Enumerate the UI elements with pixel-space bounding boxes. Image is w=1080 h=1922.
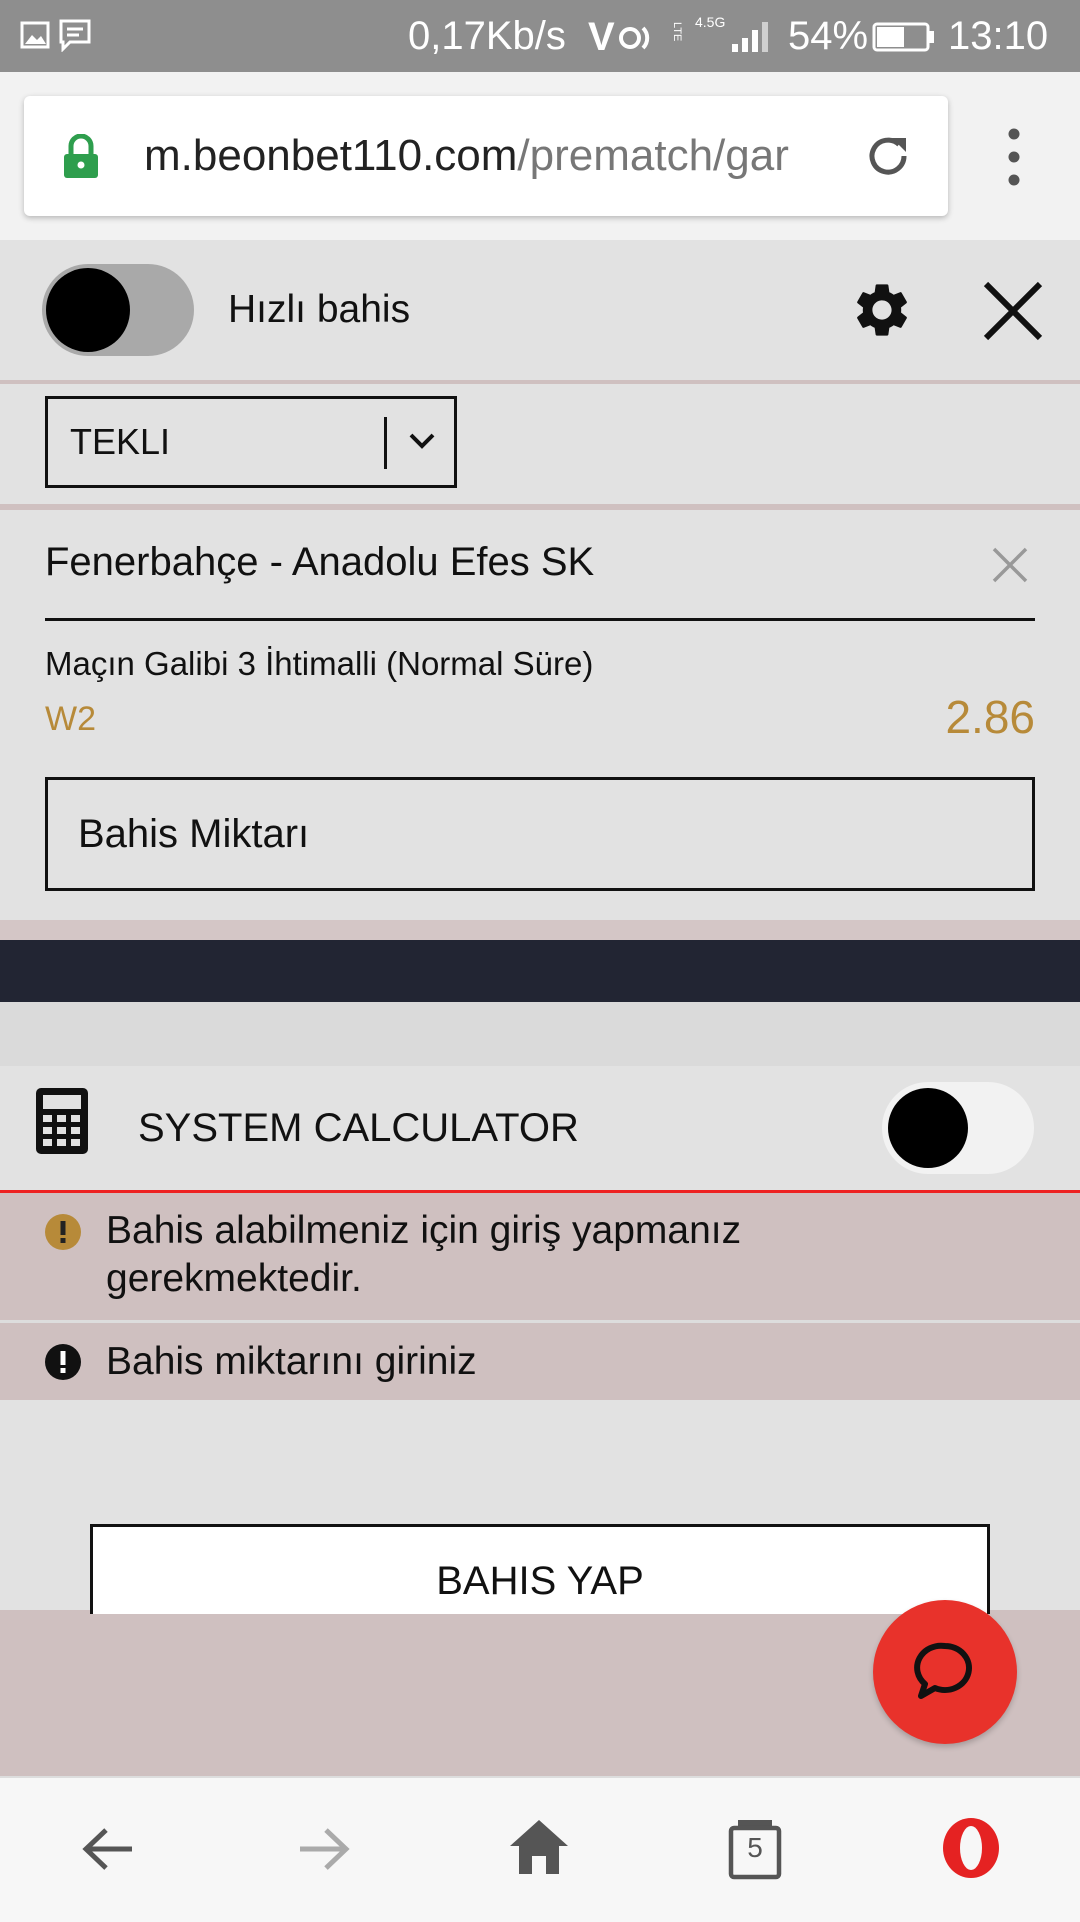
odds-value: 2.86 <box>945 691 1035 743</box>
message-icon <box>59 19 91 52</box>
enter-stake-text: Bahis miktarını giriniz <box>106 1340 477 1383</box>
warning-icon <box>45 1214 81 1250</box>
volte-icon: V <box>588 16 650 56</box>
reload-icon[interactable] <box>862 130 914 182</box>
market-name: Maçın Galibi 3 İhtimalli (Normal Süre) <box>45 645 594 682</box>
chat-icon <box>914 1642 972 1699</box>
place-bet-button[interactable]: BAHIS YAP <box>90 1524 990 1614</box>
forward-icon[interactable] <box>296 1824 352 1874</box>
divider <box>45 618 1035 621</box>
system-calculator-row: SYSTEM CALCULATOR <box>0 1066 1080 1193</box>
back-icon[interactable] <box>80 1824 136 1874</box>
quick-bet-row: Hızlı bahis <box>0 240 1080 384</box>
warning-message: Bahis alabilmeniz için giriş yapmanız ge… <box>0 1193 1080 1323</box>
match-name: Fenerbahçe - Anadolu Efes SK <box>45 540 595 584</box>
toggle-knob <box>46 268 130 352</box>
remove-bet-icon[interactable] <box>990 545 1030 585</box>
browser-nav-bar: 5 <box>0 1776 1080 1922</box>
dark-divider-bar <box>0 940 1080 1002</box>
status-bar: 0,17Kb/s V LTE 4.5G 54% 13:10 <box>0 0 1080 72</box>
spacer <box>0 1002 1080 1066</box>
bet-type-select[interactable]: TEKLI <box>45 396 457 488</box>
home-icon[interactable] <box>508 1818 570 1876</box>
separator <box>0 920 1080 940</box>
stake-input[interactable]: Bahis Miktarı <box>45 777 1035 891</box>
bet-type-value: TEKLI <box>70 421 171 462</box>
url-path: /prematch/gar <box>517 131 789 180</box>
chat-button[interactable] <box>873 1600 1017 1744</box>
gear-icon[interactable] <box>850 278 914 342</box>
clock: 13:10 <box>948 14 1049 58</box>
select-divider <box>384 417 387 469</box>
bet-slip-item: Fenerbahçe - Anadolu Efes SK Maçın Galib… <box>0 510 1080 920</box>
lock-icon <box>64 134 98 178</box>
image-icon <box>20 21 50 49</box>
toggle-knob <box>888 1088 968 1168</box>
chevron-down-icon <box>409 433 435 449</box>
tabs-count: 5 <box>747 1832 763 1863</box>
opera-menu-icon[interactable] <box>940 1816 1002 1880</box>
browser-toolbar: m.beonbet110.com/prematch/gar <box>0 72 1080 240</box>
lte-icon: LTE <box>671 22 683 41</box>
more-icon[interactable] <box>1000 122 1028 192</box>
calculator-icon <box>36 1088 88 1154</box>
system-calculator-label: SYSTEM CALCULATOR <box>138 1106 579 1150</box>
error-message: Bahis miktarını giriniz <box>0 1323 1080 1400</box>
url-domain: m.beonbet110.com <box>144 131 518 180</box>
signal-icon <box>732 22 768 52</box>
close-icon[interactable] <box>982 280 1044 342</box>
quick-bet-label: Hızlı bahis <box>228 288 411 331</box>
tabs-button[interactable]: 5 <box>728 1818 782 1880</box>
selection: W2 <box>45 700 96 738</box>
error-icon <box>45 1344 81 1380</box>
bet-type-row: TEKLI <box>0 384 1080 510</box>
login-required-text: Bahis alabilmeniz için giriş yapmanız ge… <box>106 1209 742 1300</box>
battery-percent: 54% <box>788 14 869 58</box>
address-bar[interactable]: m.beonbet110.com/prematch/gar <box>24 96 948 216</box>
quick-bet-toggle[interactable] <box>42 264 194 356</box>
network-type: 4.5G <box>695 14 726 30</box>
svg-text:LTE: LTE <box>671 22 683 41</box>
battery-icon <box>872 22 934 52</box>
url-text[interactable]: m.beonbet110.com/prematch/gar <box>144 96 854 216</box>
system-calculator-toggle[interactable] <box>882 1082 1034 1174</box>
network-speed: 0,17Kb/s <box>408 14 566 58</box>
svg-text:V: V <box>588 16 615 56</box>
